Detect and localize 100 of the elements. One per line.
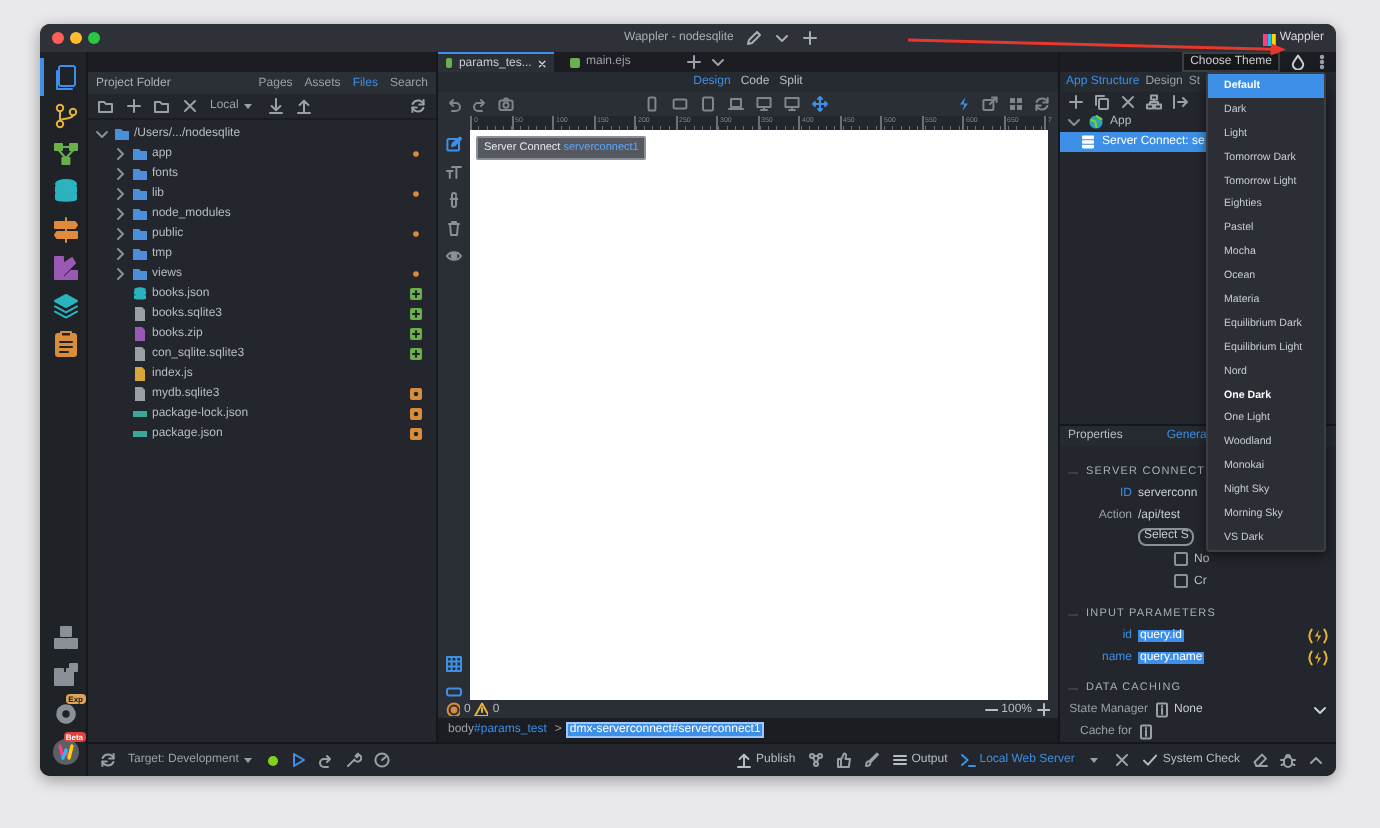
grid-icon[interactable] (1008, 96, 1024, 112)
checkbox[interactable] (1174, 574, 1188, 588)
trash-icon[interactable] (446, 220, 462, 236)
eraser-icon[interactable] (1252, 752, 1268, 768)
close-icon[interactable] (537, 57, 546, 69)
boxes-icon[interactable] (51, 623, 79, 651)
more-icon[interactable] (1314, 54, 1330, 70)
bug-icon[interactable] (1280, 752, 1296, 768)
chevron-icon[interactable] (773, 30, 790, 46)
delete-icon[interactable] (1120, 94, 1136, 110)
droplet-icon[interactable] (1290, 54, 1306, 70)
file-icon (132, 306, 148, 322)
caret-icon[interactable] (240, 752, 257, 768)
hierarchy-icon[interactable] (1146, 94, 1162, 110)
share-icon[interactable] (982, 96, 998, 112)
monitor-icon[interactable] (783, 96, 799, 112)
clipboard-icon[interactable] (51, 329, 79, 357)
zoom-in-icon[interactable] (1036, 702, 1050, 716)
upload-icon[interactable] (296, 98, 313, 114)
signpost-icon[interactable] (51, 215, 79, 243)
error-icon (446, 702, 460, 716)
refresh-icon[interactable] (1034, 96, 1050, 112)
dynamic-data-icon[interactable] (1308, 627, 1328, 643)
warning-icon (474, 702, 489, 716)
database-icon (132, 286, 148, 302)
tablet-landscape-icon[interactable] (671, 96, 687, 112)
network-icon[interactable] (807, 752, 824, 768)
collapse-icon[interactable] (1308, 752, 1324, 768)
info-icon (1138, 723, 1152, 739)
undo-icon[interactable] (446, 96, 462, 112)
close-icon[interactable] (182, 98, 198, 114)
redo-icon[interactable] (472, 96, 488, 112)
edit-icon[interactable] (446, 136, 462, 152)
check-icon[interactable] (1142, 752, 1159, 768)
minimize-button[interactable] (70, 32, 82, 44)
list-icon[interactable] (891, 752, 908, 768)
grid-icon[interactable] (446, 656, 462, 672)
flow-icon[interactable] (51, 139, 79, 167)
text-icon[interactable] (446, 164, 462, 180)
dynamic-data-icon[interactable] (1308, 649, 1328, 665)
thumbs-up-icon[interactable] (835, 752, 852, 768)
phone-icon[interactable] (643, 96, 659, 112)
play-icon[interactable] (290, 752, 307, 768)
info-icon (1154, 701, 1168, 717)
layers-icon[interactable] (51, 291, 79, 319)
chevron-icon[interactable] (1066, 114, 1082, 130)
chevron-icon[interactable] (112, 206, 128, 222)
gear-icon[interactable] (51, 699, 79, 727)
chevron-icon[interactable] (112, 266, 128, 282)
add-icon[interactable] (1068, 94, 1084, 110)
chevron-icon[interactable] (112, 226, 128, 242)
add-tab-icon[interactable] (686, 54, 702, 70)
rectangle-icon[interactable] (446, 684, 462, 700)
close-icon[interactable] (1114, 752, 1131, 768)
maximize-button[interactable] (88, 32, 100, 44)
sync-icon[interactable] (100, 752, 116, 768)
file-icon (132, 386, 148, 402)
refresh-icon[interactable] (410, 98, 426, 114)
chevron-icon[interactable] (112, 146, 128, 162)
caret-icon[interactable] (1312, 701, 1328, 717)
folder-icon[interactable] (154, 98, 170, 114)
chevron-icon[interactable] (710, 54, 726, 70)
branch-icon[interactable] (51, 101, 79, 129)
script-file-icon (132, 366, 148, 382)
plus-icon[interactable] (801, 30, 818, 46)
reload-icon[interactable] (318, 752, 335, 768)
chevron-icon[interactable] (112, 166, 128, 182)
camera-icon[interactable] (498, 96, 514, 112)
desktop-icon[interactable] (755, 96, 771, 112)
eye-icon[interactable] (446, 248, 462, 264)
globe-icon (1088, 114, 1104, 130)
caret-icon[interactable] (1086, 752, 1103, 768)
close-button[interactable] (52, 32, 64, 44)
chevron-icon[interactable] (112, 246, 128, 262)
logo-icon (1261, 31, 1276, 45)
brush-icon[interactable] (863, 752, 880, 768)
caret-icon[interactable] (240, 98, 257, 114)
logo-icon[interactable] (51, 737, 79, 765)
upload-icon[interactable] (736, 752, 753, 768)
server-connect-icon (1080, 134, 1096, 150)
archive-icon (132, 326, 148, 342)
terminal-icon[interactable] (959, 752, 976, 768)
download-icon[interactable] (268, 98, 285, 114)
files-icon[interactable] (51, 63, 79, 91)
add-icon[interactable] (126, 98, 142, 114)
tablet-icon[interactable] (699, 96, 715, 112)
paperclip-icon[interactable] (446, 192, 462, 208)
laptop-icon[interactable] (727, 96, 743, 112)
chevron-icon[interactable] (112, 186, 128, 202)
lightning-icon[interactable] (956, 96, 972, 112)
wrench-icon[interactable] (346, 752, 363, 768)
file-icon (132, 346, 148, 362)
gauge-icon[interactable] (374, 752, 391, 768)
checkbox[interactable] (1174, 552, 1188, 566)
indent-icon[interactable] (1172, 94, 1188, 110)
chevron-icon[interactable] (94, 126, 110, 142)
move-icon[interactable] (811, 96, 827, 112)
copy-icon[interactable] (1094, 94, 1110, 110)
database-icon[interactable] (51, 177, 79, 205)
pencil-icon[interactable] (745, 30, 762, 46)
